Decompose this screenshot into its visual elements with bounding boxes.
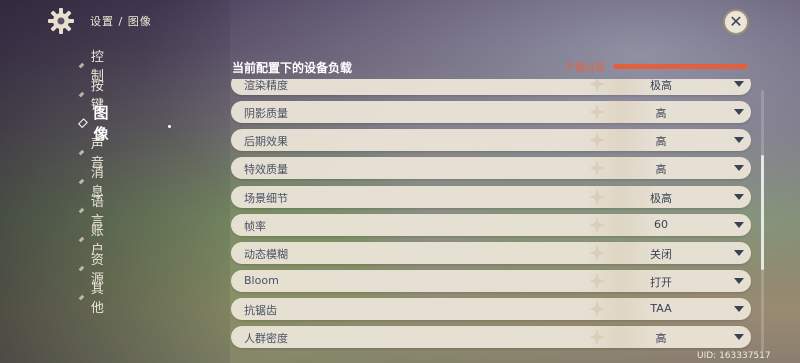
scrollbar-thumb[interactable] <box>761 155 764 270</box>
device-load-bar <box>613 64 748 69</box>
sidebar-item-audio[interactable]: 声音 <box>78 137 106 171</box>
chevron-down-icon[interactable] <box>734 165 744 171</box>
setting-value: 极高 <box>650 79 672 92</box>
diamond-bullet-icon <box>77 118 88 128</box>
diamond-bullet-icon <box>78 207 85 213</box>
sidebar-item-account[interactable]: 账户 <box>78 224 106 258</box>
setting-value: 高 <box>655 163 667 176</box>
setting-row-effects-quality[interactable]: 特效质量 高 <box>231 157 751 179</box>
chevron-down-icon[interactable] <box>734 278 744 284</box>
setting-row-post-processing[interactable]: 后期效果 高 <box>231 129 751 151</box>
setting-label: 帧率 <box>244 220 266 233</box>
setting-label: 渲染精度 <box>244 79 288 92</box>
diamond-bullet-icon <box>78 91 85 97</box>
sparkle-icon <box>589 189 605 205</box>
setting-value: TAA <box>650 302 672 315</box>
close-icon: ✕ <box>729 12 743 31</box>
active-indicator <box>168 125 171 128</box>
diamond-bullet-icon <box>78 294 85 300</box>
chevron-down-icon[interactable] <box>734 222 744 228</box>
setting-value: 高 <box>655 332 667 345</box>
setting-value: 60 <box>654 218 668 231</box>
sparkle-icon <box>589 132 605 148</box>
sparkle-icon <box>589 329 605 345</box>
setting-label: 阴影质量 <box>244 107 288 120</box>
sparkle-icon <box>589 273 605 289</box>
sidebar-item-controls[interactable]: 控制 <box>78 50 106 84</box>
chevron-down-icon[interactable] <box>734 250 744 256</box>
sparkle-icon <box>589 160 605 176</box>
diamond-bullet-icon <box>78 236 85 242</box>
setting-value: 打开 <box>650 276 672 289</box>
setting-row-frame-rate[interactable]: 帧率 60 <box>231 214 751 236</box>
setting-row-anti-aliasing[interactable]: 抗锯齿 TAA <box>231 298 751 320</box>
close-button[interactable]: ✕ <box>723 9 749 35</box>
setting-value: 关闭 <box>650 248 672 261</box>
sidebar-item-messages[interactable]: 消息 <box>78 166 106 200</box>
graphics-settings-list: 渲染精度 极高 阴影质量 高 后期效果 高 特效质量 高 场景细节 极高 帧率 … <box>231 79 753 363</box>
chevron-down-icon[interactable] <box>734 306 744 312</box>
setting-label: 后期效果 <box>244 135 288 148</box>
device-load-title: 当前配置下的设备负载 <box>232 61 353 75</box>
sidebar-item-language[interactable]: 语言 <box>78 195 106 229</box>
setting-label: 场景细节 <box>244 192 288 205</box>
sparkle-icon <box>589 104 605 120</box>
setting-label: 人群密度 <box>244 332 288 345</box>
setting-label: 抗锯齿 <box>244 304 277 317</box>
background-shade <box>0 0 230 363</box>
sidebar-item-label: 其他 <box>90 282 104 316</box>
setting-value: 高 <box>655 135 667 148</box>
breadcrumb: 设置 / 图像 <box>90 15 152 28</box>
setting-row-bloom[interactable]: Bloom 打开 <box>231 270 751 292</box>
sidebar-item-other[interactable]: 其他 <box>78 282 106 316</box>
setting-row-scene-detail[interactable]: 场景细节 极高 <box>231 186 751 208</box>
chevron-down-icon[interactable] <box>734 109 744 115</box>
chevron-down-icon[interactable] <box>734 194 744 200</box>
setting-value: 极高 <box>650 192 672 205</box>
diamond-bullet-icon <box>78 62 85 68</box>
setting-row-motion-blur[interactable]: 动态模糊 关闭 <box>231 242 751 264</box>
sidebar-item-graphics[interactable]: 图像 <box>77 104 111 143</box>
chevron-down-icon[interactable] <box>734 137 744 143</box>
gear-icon <box>48 8 74 34</box>
device-load-fill <box>613 64 748 69</box>
sparkle-icon <box>589 301 605 317</box>
setting-row-shadow-quality[interactable]: 阴影质量 高 <box>231 101 751 123</box>
sidebar-item-keybinds[interactable]: 按键 <box>78 79 106 113</box>
diamond-bullet-icon <box>78 149 85 155</box>
sparkle-icon <box>589 79 605 92</box>
diamond-bullet-icon <box>78 178 85 184</box>
chevron-down-icon[interactable] <box>734 81 744 87</box>
chevron-down-icon[interactable] <box>734 334 744 340</box>
sparkle-icon <box>589 217 605 233</box>
setting-value: 高 <box>655 107 667 120</box>
sparkle-icon <box>589 245 605 261</box>
diamond-bullet-icon <box>78 265 85 271</box>
setting-label: 特效质量 <box>244 163 288 176</box>
uid-label: UID: 163337517 <box>697 351 771 361</box>
setting-row-render-resolution[interactable]: 渲染精度 极高 <box>231 79 751 95</box>
sidebar-item-resources[interactable]: 资源 <box>78 253 106 287</box>
setting-label: 动态模糊 <box>244 248 288 261</box>
setting-label: Bloom <box>244 274 279 287</box>
setting-row-crowd-density[interactable]: 人群密度 高 <box>231 326 751 348</box>
device-load-status: 严重过高 <box>565 63 605 74</box>
